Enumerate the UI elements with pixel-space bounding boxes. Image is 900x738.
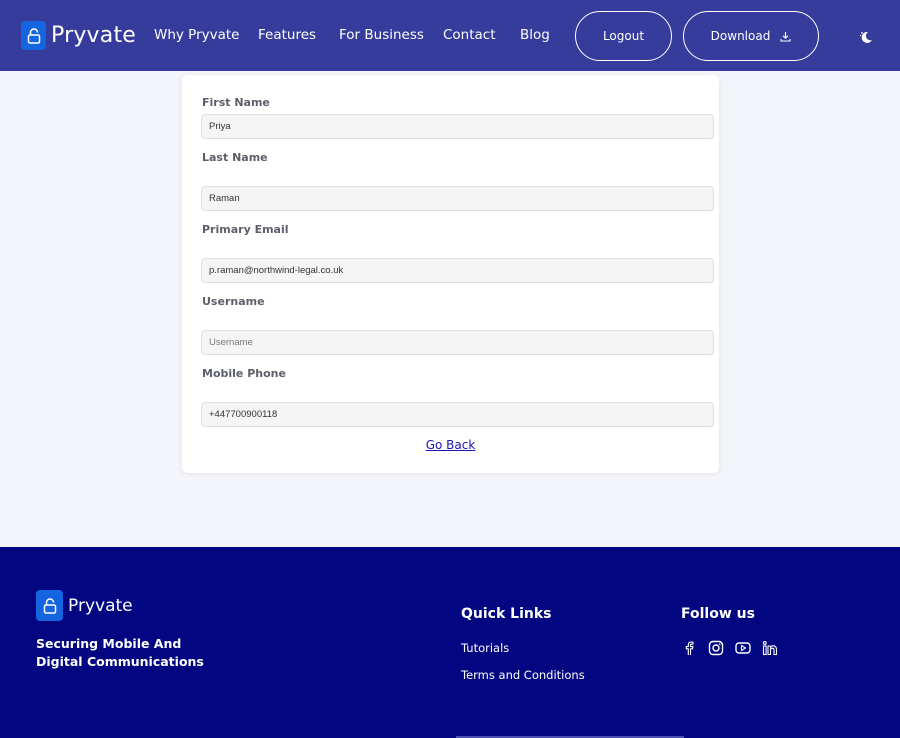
- last-name-input[interactable]: [201, 186, 714, 211]
- nav-blog[interactable]: Blog: [520, 27, 550, 43]
- download-icon: [780, 31, 791, 42]
- nav-features[interactable]: Features: [258, 27, 316, 43]
- tagline-line-1: Securing Mobile And: [36, 636, 182, 651]
- download-label: Download: [710, 29, 771, 43]
- download-button[interactable]: Download: [683, 11, 819, 61]
- footer-link-terms[interactable]: Terms and Conditions: [461, 668, 585, 682]
- first-name-label: First Name: [202, 96, 270, 109]
- footer-brand-name: Pryvate: [68, 595, 133, 616]
- top-navbar: Pryvate Why Pryvate Features For Busines…: [0, 0, 900, 71]
- nav-why-pryvate[interactable]: Why Pryvate: [154, 27, 240, 43]
- brand-name: Pryvate: [51, 23, 137, 48]
- footer-brand-logo[interactable]: Pryvate: [36, 590, 133, 621]
- follow-us-heading: Follow us: [681, 606, 755, 622]
- lock-icon: [36, 590, 63, 621]
- footer-link-tutorials[interactable]: Tutorials: [461, 641, 509, 655]
- instagram-icon[interactable]: [708, 640, 724, 656]
- last-name-label: Last Name: [202, 151, 268, 164]
- youtube-icon[interactable]: [735, 640, 751, 656]
- primary-email-input[interactable]: [201, 258, 714, 283]
- nav-contact[interactable]: Contact: [443, 27, 496, 43]
- mobile-phone-label: Mobile Phone: [202, 367, 286, 380]
- quick-links-heading: Quick Links: [461, 606, 552, 622]
- brand-logo[interactable]: Pryvate: [21, 21, 136, 50]
- logout-button[interactable]: Logout: [575, 11, 672, 61]
- go-back-link[interactable]: Go Back: [182, 438, 719, 452]
- dark-mode-toggle-icon[interactable]: [858, 29, 874, 45]
- linkedin-icon[interactable]: [762, 640, 778, 656]
- nav-for-business[interactable]: For Business: [339, 27, 424, 43]
- facebook-icon[interactable]: [681, 640, 697, 656]
- mobile-phone-input[interactable]: [201, 402, 714, 427]
- first-name-input[interactable]: [201, 114, 714, 139]
- username-input[interactable]: [201, 330, 714, 355]
- logout-label: Logout: [602, 29, 645, 43]
- footer: Pryvate Securing Mobile And Digital Comm…: [0, 547, 900, 738]
- profile-form-card: First Name Last Name Primary Email Usern…: [182, 75, 719, 473]
- footer-tagline: Securing Mobile And Digital Communicatio…: [36, 635, 204, 671]
- primary-email-label: Primary Email: [202, 223, 289, 236]
- lock-icon: [21, 21, 46, 50]
- username-label: Username: [202, 295, 265, 308]
- tagline-line-2: Digital Communications: [36, 654, 204, 669]
